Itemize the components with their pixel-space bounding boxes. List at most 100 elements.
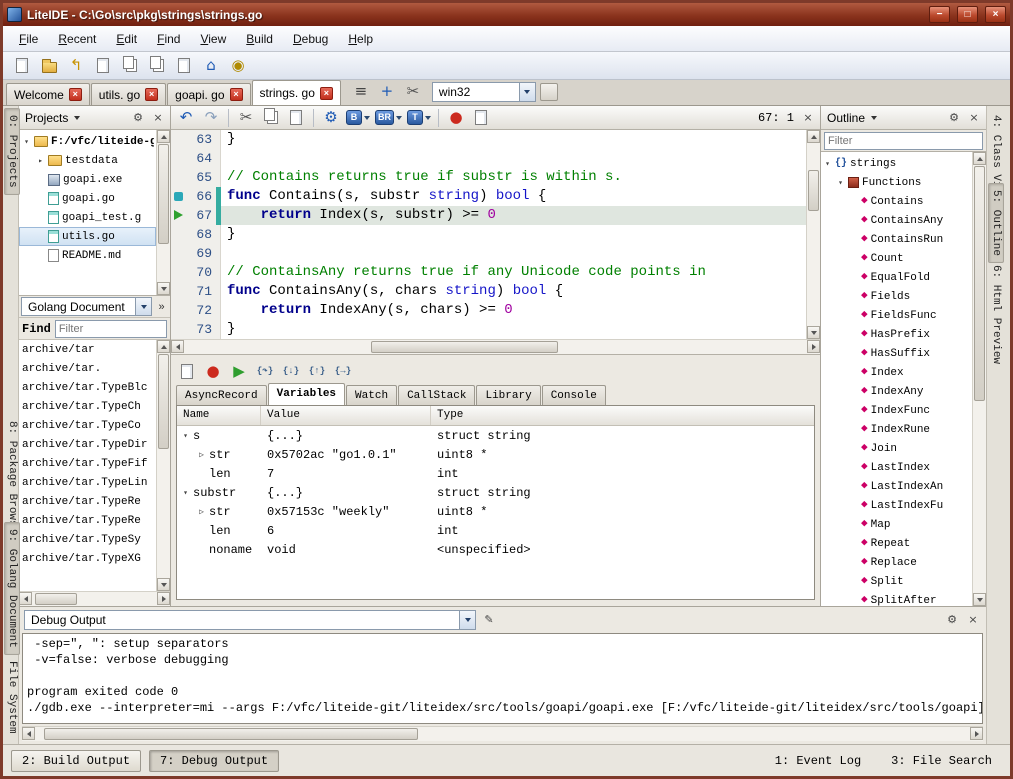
tab-close-icon[interactable]: ×	[69, 88, 82, 101]
chevron-down-icon[interactable]	[364, 116, 370, 120]
run-to-line-icon[interactable]: {→}	[332, 360, 354, 382]
scroll-up-icon[interactable]	[157, 340, 170, 353]
overflow-button[interactable]: »	[155, 301, 168, 313]
menu-item-build[interactable]: Build	[236, 28, 283, 50]
doc-list-item[interactable]: archive/tar	[19, 341, 156, 360]
code-line[interactable]: 70// ContainsAny returns true if any Uni…	[171, 263, 806, 282]
debug-tab-library[interactable]: Library	[476, 385, 540, 405]
expander-icon[interactable]: ▾	[22, 137, 31, 147]
variable-row[interactable]: ▷str0x5702ac "go1.0.1"uint8 *	[177, 445, 814, 464]
copy-icon[interactable]	[260, 107, 282, 129]
outline-gear-icon[interactable]: ⚙	[946, 110, 962, 126]
outline-item[interactable]: ◆SplitAfter	[821, 591, 972, 606]
project-tree-item[interactable]: goapi.go	[19, 189, 156, 208]
doc-view-selector[interactable]: Golang Document	[21, 297, 152, 316]
status-button-2-build-output[interactable]: 2: Build Output	[11, 750, 141, 772]
status-item-1-event-log[interactable]: 1: Event Log	[775, 754, 861, 768]
scroll-right-icon[interactable]	[157, 592, 170, 605]
output-selector[interactable]: Debug Output	[24, 610, 476, 630]
expander-icon[interactable]: ▾	[181, 488, 190, 498]
bug-icon[interactable]: ◉	[227, 55, 249, 77]
project-tree-item[interactable]: ▾F:/vfc/liteide-g	[19, 132, 156, 151]
chevron-down-icon[interactable]	[871, 116, 877, 120]
open-file-icon[interactable]	[38, 55, 60, 77]
scroll-thumb[interactable]	[35, 593, 78, 605]
outline-item[interactable]: ◆IndexRune	[821, 420, 972, 439]
code-line[interactable]: 72 return IndexAny(s, chars) >= 0	[171, 301, 806, 320]
dock-tab-9-golang-document[interactable]: 9: Golang Document	[4, 522, 20, 655]
chevron-down-icon[interactable]	[425, 116, 431, 120]
outline-item[interactable]: ◆Replace	[821, 553, 972, 572]
scroll-right-icon[interactable]	[970, 727, 983, 740]
dock-tab-5-outline[interactable]: 5: Outline	[988, 183, 1004, 263]
debug-tab-watch[interactable]: Watch	[346, 385, 397, 405]
menu-item-help[interactable]: Help	[338, 28, 383, 50]
tab-goapi-go[interactable]: goapi. go×	[167, 83, 250, 105]
scroll-up-icon[interactable]	[973, 152, 986, 165]
variable-row[interactable]: len7int	[177, 464, 814, 483]
paste-icon[interactable]	[173, 55, 195, 77]
outline-item[interactable]: ◆EqualFold	[821, 268, 972, 287]
code-line[interactable]: 69	[171, 244, 806, 263]
step-over-icon[interactable]: {↷}	[254, 360, 276, 382]
menu-item-debug[interactable]: Debug	[283, 28, 338, 50]
projects-view-selector[interactable]: Projects	[23, 110, 70, 126]
outline-item[interactable]: ◆LastIndex	[821, 458, 972, 477]
project-tree-item[interactable]: goapi_test.g	[19, 208, 156, 227]
continue-icon[interactable]: ▶	[228, 360, 250, 382]
doc-list-item[interactable]: archive/tar.	[19, 360, 156, 379]
doc-list-item[interactable]: archive/tar.TypeSy	[19, 531, 156, 550]
tab-close-icon[interactable]: ×	[145, 88, 158, 101]
doc-list-item[interactable]: archive/tar.TypeLin	[19, 474, 156, 493]
editor-vscrollbar[interactable]	[806, 130, 820, 339]
build-config-icon[interactable]: ⚙	[320, 107, 342, 129]
chevron-down-icon[interactable]	[135, 298, 151, 315]
menu-item-view[interactable]: View	[190, 28, 236, 50]
code-line[interactable]: 63}	[171, 130, 806, 149]
menu-item-file[interactable]: File	[9, 28, 48, 50]
start-debug-icon[interactable]: ●	[445, 107, 467, 129]
code-line[interactable]: 68}	[171, 225, 806, 244]
outline-item[interactable]: ▾Functions	[821, 173, 972, 192]
test-button[interactable]: T	[406, 107, 432, 129]
split-editor-icon[interactable]: +	[376, 80, 398, 102]
tab-list-icon[interactable]: ≡	[350, 80, 372, 102]
column-header-name[interactable]: Name	[177, 406, 261, 425]
expander-icon[interactable]: ▷	[197, 507, 206, 517]
code-line[interactable]: 65// Contains returns true if substr is …	[171, 168, 806, 187]
save-all-icon[interactable]	[119, 55, 141, 77]
variable-row[interactable]: len6int	[177, 521, 814, 540]
chevron-down-icon[interactable]	[74, 116, 80, 120]
debug-tab-callstack[interactable]: CallStack	[398, 385, 475, 405]
editor-close-icon[interactable]: ×	[800, 110, 816, 126]
step-into-icon[interactable]: {↓}	[280, 360, 302, 382]
scroll-thumb[interactable]	[44, 728, 418, 740]
doc-list-scrollbar[interactable]	[156, 340, 170, 591]
editor-hscrollbar[interactable]	[171, 339, 820, 354]
dock-tab-6-html-preview[interactable]: 6: Html Preview	[988, 258, 1004, 371]
outline-item[interactable]: ◆Fields	[821, 287, 972, 306]
chevron-down-icon[interactable]	[459, 611, 475, 629]
scroll-up-icon[interactable]	[157, 130, 170, 143]
projects-gear-icon[interactable]: ⚙	[130, 110, 146, 126]
show-current-line-icon[interactable]	[176, 360, 198, 382]
doc-list-item[interactable]: archive/tar.TypeBlc	[19, 379, 156, 398]
new-file-icon[interactable]	[11, 55, 33, 77]
scroll-left-icon[interactable]	[171, 340, 184, 353]
column-header-type[interactable]: Type	[431, 406, 814, 425]
outline-scrollbar[interactable]	[972, 152, 986, 606]
tab-welcome[interactable]: Welcome×	[6, 83, 90, 105]
close-all-icon[interactable]: ✂	[402, 80, 424, 102]
env-selector[interactable]: win32	[432, 82, 536, 102]
outline-item[interactable]: ◆Index	[821, 363, 972, 382]
outline-item[interactable]: ◆ContainsRun	[821, 230, 972, 249]
chevron-down-icon[interactable]	[396, 116, 402, 120]
titlebar[interactable]: LiteIDE - C:\Go\src\pkg\strings\strings.…	[3, 3, 1010, 26]
projects-tree-scrollbar[interactable]	[156, 130, 170, 295]
debug-tab-console[interactable]: Console	[542, 385, 606, 405]
scroll-up-icon[interactable]	[807, 130, 820, 143]
variable-row[interactable]: ▾s{...}struct string	[177, 426, 814, 445]
outline-item[interactable]: ▾{}strings	[821, 154, 972, 173]
menu-item-edit[interactable]: Edit	[106, 28, 147, 50]
minimize-button[interactable]: −	[929, 6, 950, 23]
